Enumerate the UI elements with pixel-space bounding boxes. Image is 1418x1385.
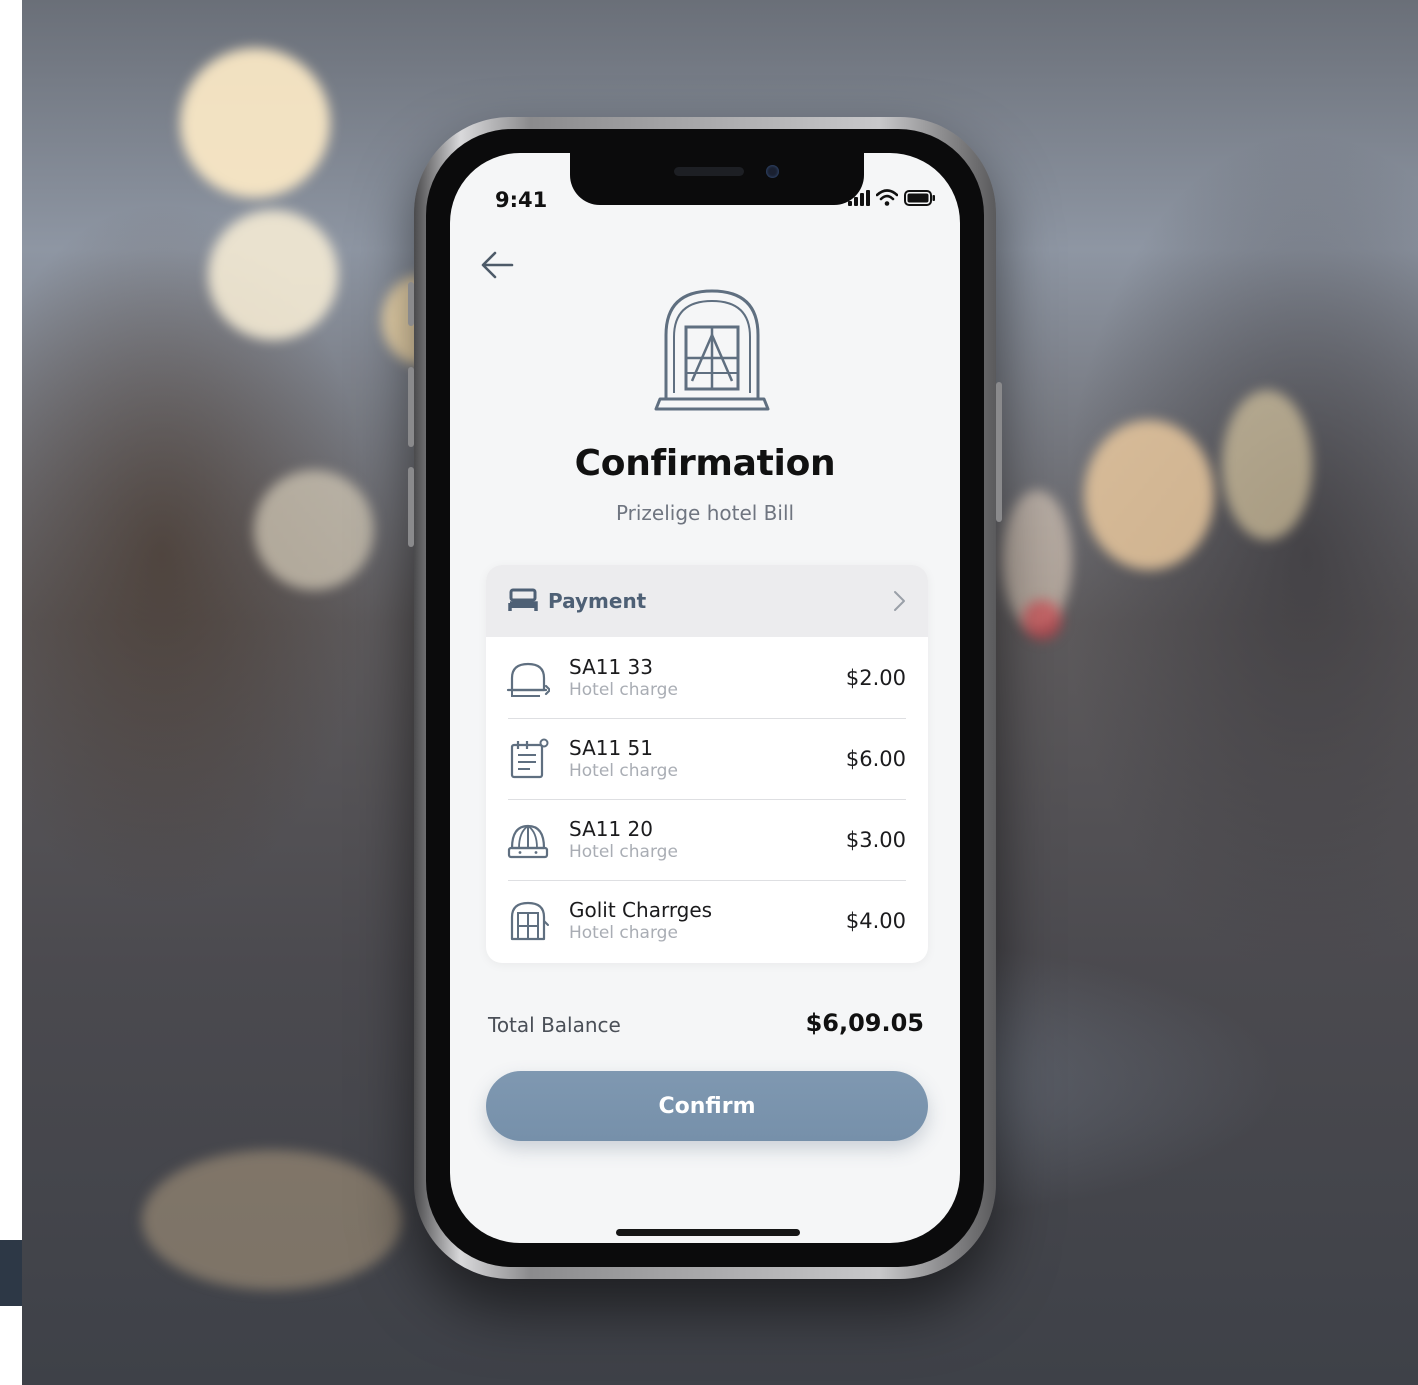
charge-description: Hotel charge bbox=[569, 922, 678, 943]
side-button bbox=[408, 467, 414, 547]
notepad-icon bbox=[510, 738, 549, 778]
wifi-icon bbox=[876, 189, 898, 206]
battery-icon bbox=[904, 189, 935, 206]
charge-row[interactable]: SA11 33 Hotel charge $2.00 bbox=[486, 637, 928, 718]
scene: 9:41 Confirmation Prizelige hotel Bill P… bbox=[0, 0, 1418, 1385]
status-icons bbox=[848, 189, 936, 206]
charge-amount: $6.00 bbox=[845, 746, 906, 771]
side-button bbox=[408, 367, 414, 447]
charge-row[interactable]: SA11 51 Hotel charge $6.00 bbox=[486, 718, 928, 799]
earpiece-speaker bbox=[674, 167, 744, 176]
payment-header[interactable]: Payment bbox=[486, 565, 928, 637]
phone-bezel: 9:41 Confirmation Prizelige hotel Bill P… bbox=[426, 129, 984, 1267]
hotel-window-icon bbox=[652, 283, 772, 413]
app-screen: 9:41 Confirmation Prizelige hotel Bill P… bbox=[450, 153, 960, 1243]
bokeh-light bbox=[142, 1150, 402, 1290]
bell-icon bbox=[506, 662, 550, 697]
charge-code: Golit Charrges bbox=[569, 897, 713, 922]
side-button bbox=[408, 282, 414, 326]
bokeh-light bbox=[254, 470, 374, 590]
bokeh-light bbox=[1084, 420, 1214, 570]
arched-window-icon bbox=[510, 901, 549, 940]
edge-tab bbox=[0, 1240, 22, 1306]
side-button bbox=[996, 382, 1002, 522]
charge-amount: $3.00 bbox=[845, 827, 906, 852]
charge-code: SA11 20 bbox=[569, 816, 654, 841]
charge-description: Hotel charge bbox=[569, 760, 678, 781]
bokeh-light bbox=[1222, 390, 1312, 540]
chevron-right-icon bbox=[894, 591, 905, 611]
charge-description: Hotel charge bbox=[569, 679, 678, 700]
bokeh-light bbox=[208, 210, 338, 340]
notch bbox=[570, 153, 864, 205]
confirm-button[interactable]: Confirm bbox=[486, 1071, 928, 1141]
status-time: 9:41 bbox=[495, 188, 548, 212]
charge-code: SA11 33 bbox=[569, 654, 654, 679]
charge-amount: $4.00 bbox=[845, 908, 906, 933]
charge-row[interactable]: SA11 20 Hotel charge $3.00 bbox=[486, 799, 928, 880]
payment-header-label: Payment bbox=[548, 589, 647, 613]
front-camera bbox=[766, 165, 779, 178]
arrow-left-icon bbox=[481, 251, 514, 279]
charge-row[interactable]: Golit Charrges Hotel charge $4.00 bbox=[486, 880, 928, 961]
page-title: Confirmation bbox=[574, 443, 836, 484]
phone-frame: 9:41 Confirmation Prizelige hotel Bill P… bbox=[408, 117, 1002, 1279]
bed-icon bbox=[508, 588, 538, 611]
back-button[interactable] bbox=[478, 245, 518, 285]
page-subtitle: Prizelige hotel Bill bbox=[615, 501, 795, 525]
bokeh-light bbox=[180, 48, 330, 198]
total-balance-value: $6,09.05 bbox=[805, 1009, 924, 1037]
total-balance-label: Total Balance bbox=[488, 1013, 621, 1037]
home-indicator[interactable] bbox=[616, 1229, 800, 1236]
payment-card: Payment SA11 33 Hotel charge $2.00 SA11 … bbox=[486, 565, 928, 963]
charge-code: SA11 51 bbox=[569, 735, 654, 760]
charge-amount: $2.00 bbox=[845, 665, 906, 690]
dome-icon bbox=[507, 824, 549, 858]
bokeh-light bbox=[1022, 600, 1062, 640]
charge-description: Hotel charge bbox=[569, 841, 678, 862]
